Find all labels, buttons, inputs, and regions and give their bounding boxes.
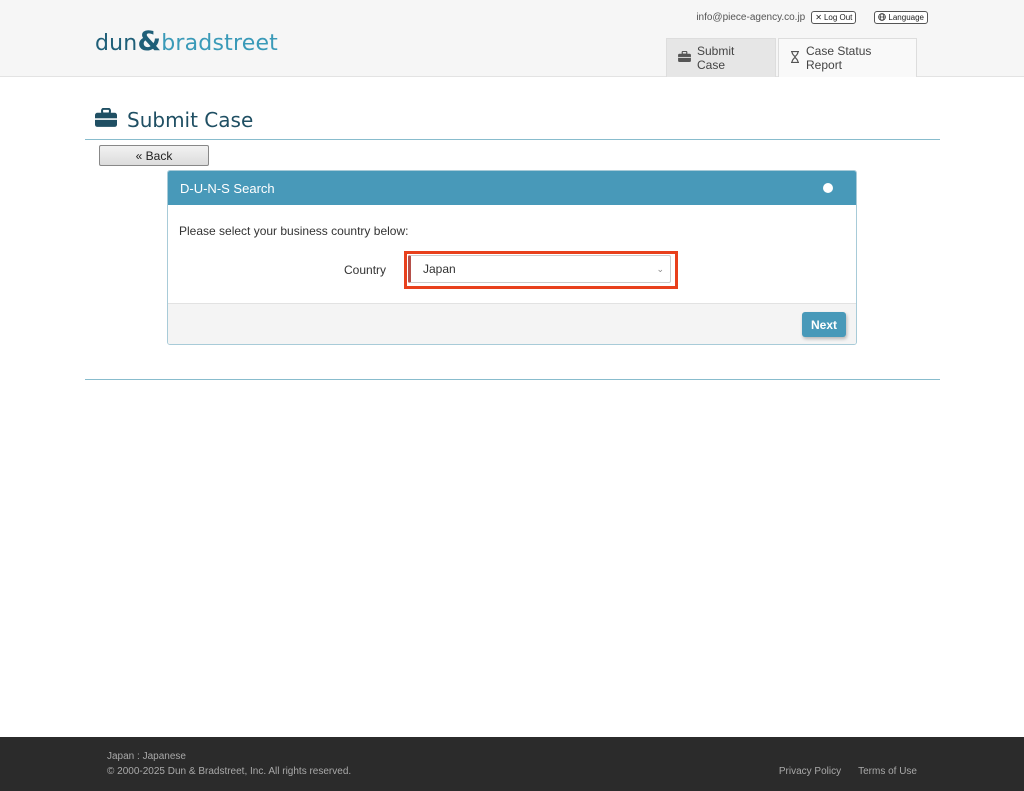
status-dot-icon [823,183,833,193]
panel-header: D-U-N-S Search [168,171,856,205]
logo-text-dun: dun [95,31,138,56]
language-label: Language [888,13,924,22]
dnb-logo[interactable]: dun&bradstreet [95,26,278,57]
logout-label: Log Out [823,13,853,22]
tab-case-status-report[interactable]: Case Status Report [778,38,917,77]
country-select-value: Japan [423,262,456,276]
hourglass-icon [790,50,800,66]
content-divider [85,379,940,380]
tab-submit-case-label: Submit Case [697,44,735,72]
briefcase-icon [95,107,117,132]
page-title: Submit Case [95,107,254,132]
panel-footer: Next [168,303,856,344]
briefcase-icon [678,50,691,65]
country-select[interactable]: Japan ⌄ [408,255,671,283]
user-email: info@piece-agency.co.jp [696,12,806,23]
language-button[interactable]: Language [874,11,928,24]
logo-text-bradstreet: bradstreet [161,31,279,56]
logo-ampersand: & [137,26,162,57]
logout-button[interactable]: ✕ Log Out [811,11,857,24]
country-prompt: Please select your business country belo… [179,224,409,238]
title-divider [85,139,940,140]
country-label: Country [344,263,387,277]
privacy-policy-link[interactable]: Privacy Policy [779,766,841,777]
main-tabs: Submit Case Case Status Report [666,38,917,77]
globe-icon [878,12,887,23]
terms-of-use-link[interactable]: Terms of Use [858,766,917,777]
site-header: dun&bradstreet info@piece-agency.co.jp ✕… [0,0,1024,77]
footer-copyright: © 2000-2025 Dun & Bradstreet, Inc. All r… [107,766,352,777]
footer-links: Privacy Policy Terms of Use [779,766,917,777]
user-area: info@piece-agency.co.jp ✕ Log Out Langua… [696,11,928,24]
next-button[interactable]: Next [802,312,846,337]
footer-locale[interactable]: Japan : Japanese [107,751,186,762]
panel-heading: D-U-N-S Search [180,180,275,196]
back-button[interactable]: « Back [99,145,209,166]
page-title-text: Submit Case [127,108,254,132]
site-footer: Japan : Japanese © 2000-2025 Dun & Brads… [0,737,1024,791]
close-icon: ✕ [815,13,822,22]
tab-submit-case[interactable]: Submit Case [666,38,776,77]
duns-search-panel: D-U-N-S Search Please select your busine… [167,170,857,345]
chevron-down-icon: ⌄ [656,263,664,274]
tab-case-status-report-label: Case Status Report [806,44,872,72]
